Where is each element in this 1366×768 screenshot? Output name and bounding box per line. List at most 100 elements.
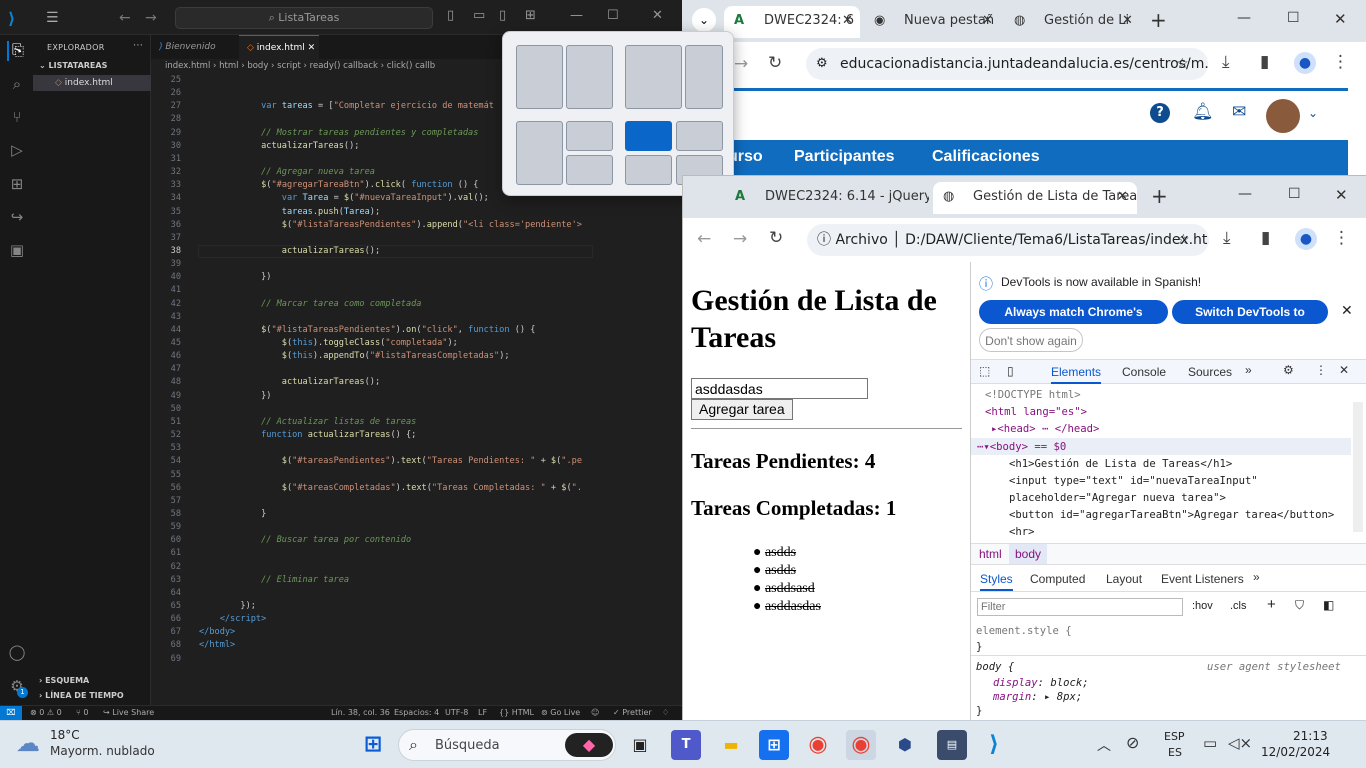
chrome-front-tab-1[interactable]: A DWEC2324: 6.14 - jQuery(V <box>725 182 929 214</box>
eol[interactable]: LF <box>478 706 487 720</box>
code-line[interactable]: actualizarTareas(); <box>199 246 380 256</box>
calculator-icon[interactable]: ▤ <box>937 730 967 760</box>
device-toolbar-icon[interactable]: ▯ <box>1007 364 1014 378</box>
notifications-icon[interactable]: ♢ <box>662 706 669 720</box>
prettier[interactable]: ✓ Prettier <box>613 706 652 720</box>
taskbar-search[interactable]: ⌕ Búsqueda ◆ <box>398 729 616 761</box>
tab-elements[interactable]: Elements <box>1051 365 1102 384</box>
user-avatar[interactable] <box>1266 99 1300 133</box>
add-rule-icon[interactable]: + <box>1267 596 1276 613</box>
code-line[interactable]: // Mostrar tareas pendientes y completad… <box>199 128 478 138</box>
weather-desc[interactable]: Mayorm. nublado <box>50 744 155 758</box>
chrome-back-address-bar[interactable]: ⚙ educacionadistancia.juntadeandalucia.e… <box>806 48 1208 80</box>
code-line[interactable]: $("#agregarTareaBtn").click( function ()… <box>199 180 478 190</box>
crumb-body[interactable]: body <box>247 61 268 71</box>
close-icon[interactable]: ✕ <box>652 8 663 23</box>
dom-head[interactable]: ▸<head> ⋯ </head> <box>991 423 1099 435</box>
tab-computed[interactable]: Computed <box>1030 572 1085 586</box>
task-view-icon[interactable]: ▣ <box>625 730 655 760</box>
snap-zone-9[interactable] <box>676 121 723 151</box>
ports-indicator[interactable]: ⑂ 0 <box>76 706 88 720</box>
notifications-bell-icon[interactable]: 🔔︎ <box>1192 102 1214 122</box>
tab-close-icon[interactable]: ✕ <box>982 6 993 36</box>
layout-icon[interactable]: ⊞ <box>525 8 536 23</box>
minimize-icon[interactable]: — <box>1238 186 1252 202</box>
command-search[interactable]: ⌕ ListaTareas <box>175 7 433 29</box>
snap-zone-10[interactable] <box>625 155 672 185</box>
devtools-close-icon[interactable]: ✕ <box>1339 363 1349 377</box>
run-debug-icon[interactable]: ▷ <box>7 141 27 161</box>
tab-welcome[interactable]: ⟩ Bienvenido <box>151 35 239 59</box>
code-line[interactable]: } <box>199 509 266 519</box>
code-line[interactable]: // Marcar tarea como completada <box>199 299 421 309</box>
remote-indicator[interactable]: ⌧ <box>0 706 22 720</box>
minimize-icon[interactable]: — <box>570 8 583 23</box>
file-info-icon[interactable]: ⓘ <box>817 232 831 248</box>
side-panel-icon[interactable]: ▮ <box>1261 228 1270 248</box>
forward-icon[interactable]: → <box>734 54 748 74</box>
crumb-click[interactable]: click() callb <box>387 61 435 71</box>
code-line[interactable]: // Eliminar tarea <box>199 575 349 585</box>
crumb-html[interactable]: html <box>979 547 1002 561</box>
chrome-active-icon[interactable]: ◉ <box>846 730 876 760</box>
chrome-front-tab-2[interactable]: ◍ Gestión de Lista de Tareas ✕ <box>933 182 1137 214</box>
code-line[interactable]: </html> <box>199 640 235 650</box>
explorer-icon[interactable]: ⎘ <box>7 41 27 61</box>
teams-icon[interactable]: T <box>671 730 701 760</box>
list-item[interactable]: ● asddasdas <box>753 598 821 616</box>
go-live[interactable]: ⊚ Go Live <box>541 706 580 720</box>
devtools-settings-icon[interactable]: ⚙ <box>1283 363 1294 377</box>
code-line[interactable]: tareas.push(Tarea); <box>199 207 380 217</box>
liveshare-status[interactable]: ↪ Live Share <box>103 706 154 720</box>
forward-icon[interactable]: → <box>145 10 157 26</box>
chrome-icon[interactable]: ◉ <box>803 730 833 760</box>
weather-temp[interactable]: 18°C <box>50 728 80 742</box>
code-line[interactable]: $(this).appendTo("#listaTareasCompletada… <box>199 351 510 361</box>
snap-zone-8-selected[interactable] <box>625 121 672 151</box>
chrome-back-tab-1[interactable]: A DWEC2324: 6 ✕ <box>724 6 860 38</box>
bookmark-star-icon[interactable]: ☆ <box>1176 48 1189 80</box>
hover-state-toggle[interactable]: :hov <box>1192 600 1213 612</box>
user-menu-chevron-icon[interactable]: ⌄ <box>1308 106 1318 120</box>
network-icon[interactable]: ⊘ <box>1126 733 1139 752</box>
code-line[interactable]: function actualizarTareas() {; <box>199 430 416 440</box>
always-match-language-button[interactable]: Always match Chrome's language <box>979 300 1168 343</box>
toggle-secondary-icon[interactable]: ▯ <box>499 8 506 23</box>
code-line[interactable]: actualizarTareas(); <box>199 377 380 387</box>
bookmark-star-icon[interactable]: ☆ <box>1177 224 1190 256</box>
more-tabs-icon[interactable]: » <box>1245 363 1252 377</box>
account-icon[interactable]: ◯ <box>7 643 27 663</box>
maximize-icon[interactable]: ☐ <box>1287 10 1300 26</box>
code-line[interactable]: $("#tareasCompletadas").text("Tareas Com… <box>199 483 582 493</box>
download-icon[interactable]: ⤓ <box>1223 228 1231 248</box>
switch-to-spanish-button[interactable]: Switch DevTools to Spanish <box>1172 300 1328 343</box>
dom-doctype[interactable]: <!DOCTYPE html> <box>985 389 1081 401</box>
code-line[interactable]: var Tarea = $("#nuevaTareaInput").val(); <box>199 193 489 203</box>
tab-close-icon[interactable]: ✕ <box>308 43 316 53</box>
live-share-icon[interactable]: ↪ <box>7 208 27 228</box>
dom-button[interactable]: <button id="agregarTareaBtn">Agregar tar… <box>1009 509 1334 521</box>
profile-icon[interactable]: ● <box>1294 52 1316 74</box>
virtualbox-icon[interactable]: ⬢ <box>890 730 920 760</box>
weather-cloud-icon[interactable]: ☁ <box>16 729 40 757</box>
tab-close-icon[interactable]: ✕ <box>1122 6 1133 36</box>
snap-zone-4[interactable] <box>685 45 723 109</box>
reload-icon[interactable]: ↻ <box>768 53 782 73</box>
code-line[interactable]: // Actualizar listas de tareas <box>199 417 416 427</box>
back-icon[interactable]: ← <box>697 229 711 249</box>
crumb-body[interactable]: body <box>1009 544 1048 564</box>
tray-overflow-icon[interactable]: ︿ <box>1097 735 1111 755</box>
chrome-front-address-bar[interactable]: ⓘ Archivo │ D:/DAW/Cliente/Tema6/ListaTa… <box>807 224 1209 256</box>
code-line[interactable]: }); <box>199 601 256 611</box>
code-line[interactable]: $(this).toggleClass("completada"); <box>199 338 458 348</box>
file-index-html[interactable]: ◇ index.html <box>33 75 151 91</box>
tab-close-icon[interactable]: ✕ <box>842 6 853 36</box>
store-icon[interactable]: ⊞ <box>759 730 789 760</box>
styles-filter-input[interactable] <box>977 598 1183 616</box>
tab-styles[interactable]: Styles <box>980 572 1013 591</box>
chrome-back-tab-2[interactable]: ◉ Nueva pestañ ✕ <box>864 6 1000 38</box>
tab-close-icon[interactable]: ✕ <box>1117 182 1128 212</box>
file-explorer-icon[interactable]: ▬ <box>716 730 746 760</box>
chrome-menu-icon[interactable]: ⋮ <box>1333 228 1350 248</box>
new-tab-icon[interactable]: + <box>1151 184 1168 208</box>
